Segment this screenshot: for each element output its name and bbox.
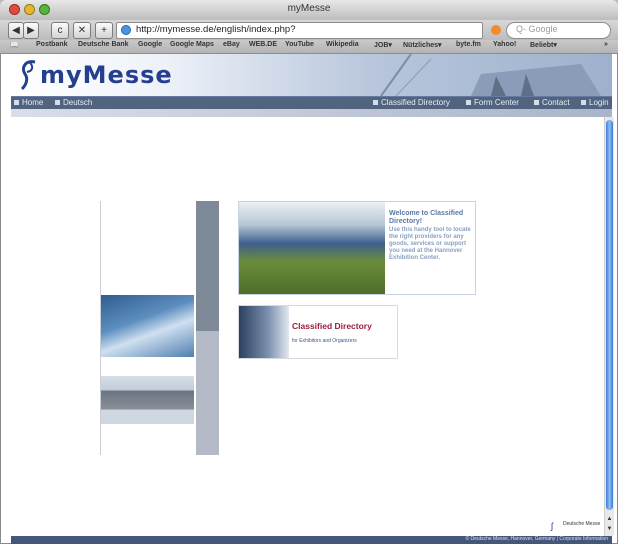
url-text: http://mymesse.de/english/index.php? — [136, 24, 296, 35]
window-title: myMesse — [287, 3, 331, 14]
directory-subtitle: for Exhibitors and Organizers — [292, 338, 357, 344]
bookmark-google-maps[interactable]: Google Maps — [170, 41, 214, 48]
directory-title[interactable]: Classified Directory — [292, 321, 372, 331]
bookmark-webde[interactable]: WEB.DE — [249, 41, 277, 48]
nav-login[interactable]: Login — [581, 98, 609, 107]
browser-window: myMesse ◀ ▶ c ✕ + http://mymesse.de/engl… — [0, 0, 618, 544]
welcome-title: Welcome to Classified Directory! — [389, 210, 464, 225]
forward-arrow-icon: ▶ — [27, 25, 35, 36]
stop-button[interactable]: ✕ — [73, 22, 91, 39]
address-bar[interactable]: http://mymesse.de/english/index.php? — [116, 22, 483, 39]
site-footer: © Deutsche Messe, Hannover, Germany | Co… — [11, 536, 612, 544]
deutsche-messe-logo-icon: ʃ — [551, 521, 553, 531]
nav-contact[interactable]: Contact — [534, 98, 570, 107]
mymesse-logo-mark-icon — [20, 60, 36, 91]
header-architecture-graphic — [380, 54, 601, 96]
vertical-scrollbar[interactable]: ▲ ▼ — [604, 117, 614, 536]
reload-icon: c — [57, 25, 63, 36]
search-placeholder: Q- Google — [516, 24, 558, 34]
reload-button[interactable]: c — [51, 22, 69, 39]
bookmark-wikipedia[interactable]: Wikipedia — [326, 41, 359, 48]
footer-copyright[interactable]: © Deutsche Messe, Hannover, Germany | Co… — [465, 536, 608, 542]
exhibition-roof-photo — [101, 295, 194, 357]
globe-icon — [121, 25, 131, 35]
site-navigation: Home Deutsch Classified Directory Form C… — [11, 97, 612, 109]
nav-home[interactable]: Home — [14, 98, 43, 107]
decorative-column-top — [196, 201, 219, 331]
bookmark-nuetzliches[interactable]: Nützliches▾ — [403, 41, 442, 49]
rss-icon[interactable] — [491, 25, 501, 35]
scroll-down-arrow-icon[interactable]: ▼ — [606, 525, 613, 533]
bookmark-ebay[interactable]: eBay — [223, 41, 240, 48]
nav-deutsch[interactable]: Deutsch — [55, 98, 92, 107]
bookmark-postbank[interactable]: Postbank — [36, 41, 68, 48]
back-button[interactable]: ◀ — [8, 22, 24, 39]
bookmarks-overflow-icon[interactable]: » — [604, 41, 608, 48]
classified-directory-card[interactable]: Classified Directory for Exhibitors and … — [238, 305, 398, 359]
bookmarks-bar: 📖 Postbank Deutsche Bank Google Google M… — [0, 40, 618, 54]
nav-form-center[interactable]: Form Center — [466, 98, 519, 107]
bookmarks-book-icon[interactable]: 📖 — [10, 41, 19, 49]
site-header-banner: myMesse — [11, 54, 612, 97]
browser-toolbar: ◀ ▶ c ✕ + http://mymesse.de/english/inde… — [0, 20, 618, 40]
welcome-text: Use this handy tool to locate the right … — [389, 227, 471, 261]
exhibition-building-photo — [101, 376, 194, 424]
add-bookmark-button[interactable]: + — [95, 22, 113, 39]
page-content: Welcome to Classified Directory! Use thi… — [11, 117, 604, 536]
bookmark-bytefm[interactable]: byte.fm — [456, 41, 481, 48]
bookmark-deutsche-bank[interactable]: Deutsche Bank — [78, 41, 129, 48]
bookmark-google[interactable]: Google — [138, 41, 162, 48]
title-bar: myMesse — [0, 0, 618, 21]
search-input[interactable]: Q- Google — [506, 22, 611, 39]
nav-classified-directory[interactable]: Classified Directory — [373, 98, 450, 107]
plus-icon: + — [101, 25, 107, 36]
bookmark-yahoo[interactable]: Yahoo! — [493, 41, 516, 48]
back-arrow-icon: ◀ — [12, 25, 20, 36]
forward-button[interactable]: ▶ — [23, 22, 39, 39]
bookmark-youtube[interactable]: YouTube — [285, 41, 314, 48]
bookmark-beliebt[interactable]: Beliebt▾ — [530, 41, 557, 49]
deutsche-messe-logo-text[interactable]: Deutsche Messe — [563, 521, 600, 527]
bookmark-job[interactable]: JOB▾ — [374, 41, 392, 49]
stop-icon: ✕ — [77, 25, 87, 36]
site-logo[interactable]: myMesse — [40, 61, 173, 89]
directory-photo — [239, 306, 289, 358]
exhibition-center-photo — [239, 202, 385, 294]
header-subband — [11, 109, 612, 117]
welcome-card[interactable]: Welcome to Classified Directory! Use thi… — [238, 201, 476, 295]
scroll-up-arrow-icon[interactable]: ▲ — [606, 515, 613, 523]
scroll-thumb[interactable] — [606, 120, 613, 510]
